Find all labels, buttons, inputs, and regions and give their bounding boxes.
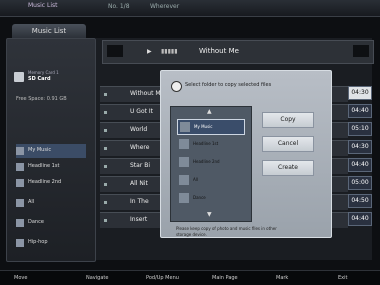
bullet-icon [104,129,107,132]
create-button[interactable]: Create [262,160,314,176]
folder-item-headline-2nd[interactable]: Headline 2nd [177,155,243,169]
header-info: No. 1/8 [108,3,130,10]
now-playing-bar: ▶ ▮▮▮▮▮ Without Me [102,40,374,64]
info-icon [171,81,182,92]
prev-art [107,45,123,57]
folder-item-headline-1st[interactable]: Headline 1st [177,137,243,151]
bullet-icon [104,111,107,114]
folder-icon [179,139,189,149]
hint-mark: Mark [276,275,289,281]
sidebar-item-dance[interactable]: Dance [16,216,86,230]
bullet-icon [104,183,107,186]
time-badge: 05:10 [348,122,372,136]
hint-navigate: Navigate [86,275,109,281]
now-playing-title: Without Me [199,47,239,55]
scroll-down-icon[interactable]: ▼ [207,211,212,218]
top-bar: Music List No. 1/8 Wherever [0,0,380,17]
time-badge: 04:40 [348,212,372,226]
folder-icon [180,122,190,132]
time-badge: 04:30 [348,140,372,154]
copy-button[interactable]: Copy [262,112,314,128]
sd-card-icon [14,72,24,82]
progress-label: ▮▮▮▮▮ [161,48,178,55]
folder-icon [16,163,24,171]
app-title: Music List [28,2,58,9]
next-art [353,45,369,57]
tab-music-list[interactable]: Music List [12,24,86,38]
folder-list: ▲ My Music Headline 1st Headline 2nd All… [170,106,252,222]
cancel-button[interactable]: Cancel [262,136,314,152]
bullet-icon [104,201,107,204]
sidebar-item-headline-2nd[interactable]: Headline 2nd [16,176,86,190]
folder-icon [16,147,24,155]
scroll-up-icon[interactable]: ▲ [207,108,212,115]
sidebar-item-hip-hop[interactable]: Hip-hop [16,236,86,250]
folder-icon [179,157,189,167]
device-info: Memory Card 1 SD Card [14,66,86,88]
dialog-note: Please keep copy of photo and music file… [176,226,277,237]
hint-move: Move [14,275,28,281]
free-space: Free Space: 0.91 GB [16,96,67,102]
device-label: Memory Card 1 [28,70,59,75]
header-info-2: Wherever [150,3,180,10]
time-badge: 04:50 [348,194,372,208]
sidebar-item-my-music[interactable]: My Music [16,144,86,158]
bullet-icon [104,147,107,150]
hint-menu: Pod/Up Menu [146,275,179,281]
hint-exit: Exit [338,275,348,281]
folder-icon [179,193,189,203]
folder-icon [16,219,24,227]
folder-item-dance[interactable]: Dance [177,191,243,205]
folder-icon [16,199,24,207]
folder-item-my-music[interactable]: My Music [177,119,245,135]
time-badge: 05:00 [348,176,372,190]
play-icon: ▶ [147,48,152,55]
bullet-icon [104,165,107,168]
folder-item-all[interactable]: All [177,173,243,187]
time-badge: 04:40 [348,104,372,118]
sidebar-item-headline-1st[interactable]: Headline 1st [16,160,86,174]
folder-icon [16,239,24,247]
bullet-icon [104,219,107,222]
bullet-icon [104,93,107,96]
device-name: SD Card [28,76,51,82]
sidebar-item-all[interactable]: All [16,196,86,210]
hint-main-page: Main Page [212,275,238,281]
folder-icon [179,175,189,185]
folder-icon [16,179,24,187]
bottom-hints: Move Navigate Pod/Up Menu Main Page Mark… [0,270,380,285]
dialog-heading: Select folder to copy selected files [185,82,272,88]
time-badge: 04:30 [348,86,372,100]
time-badge: 04:40 [348,158,372,172]
